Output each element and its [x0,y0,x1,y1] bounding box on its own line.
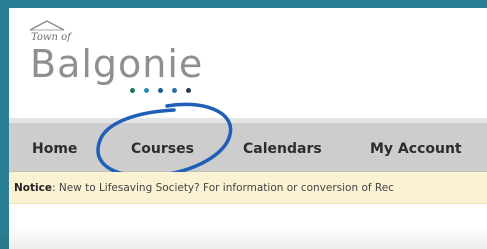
logo-dot [130,88,135,93]
notice-label: Notice [14,182,52,194]
logo-dot [144,88,149,93]
logo-name: Balgonie [30,42,204,86]
nav-item-my-account[interactable]: My Account [370,141,462,157]
logo-dots [130,88,191,93]
content-area [9,205,487,249]
logo-dot [158,88,163,93]
nav-item-courses[interactable]: Courses [131,141,194,157]
main-nav: Home Courses Calendars My Account [9,123,487,172]
nav-item-home[interactable]: Home [32,141,77,157]
page: Town of Balgonie Home Courses Calendars … [9,8,487,249]
site-logo[interactable]: Town of Balgonie [27,18,227,108]
notice-text: : New to Lifesaving Society? For informa… [51,182,394,194]
logo-roof-icon [29,20,65,31]
logo-dot [186,88,191,93]
logo-dot [172,88,177,93]
notice-banner: Notice: New to Lifesaving Society? For i… [9,172,487,204]
site-header: Town of Balgonie [9,8,487,118]
nav-item-calendars[interactable]: Calendars [243,141,322,157]
